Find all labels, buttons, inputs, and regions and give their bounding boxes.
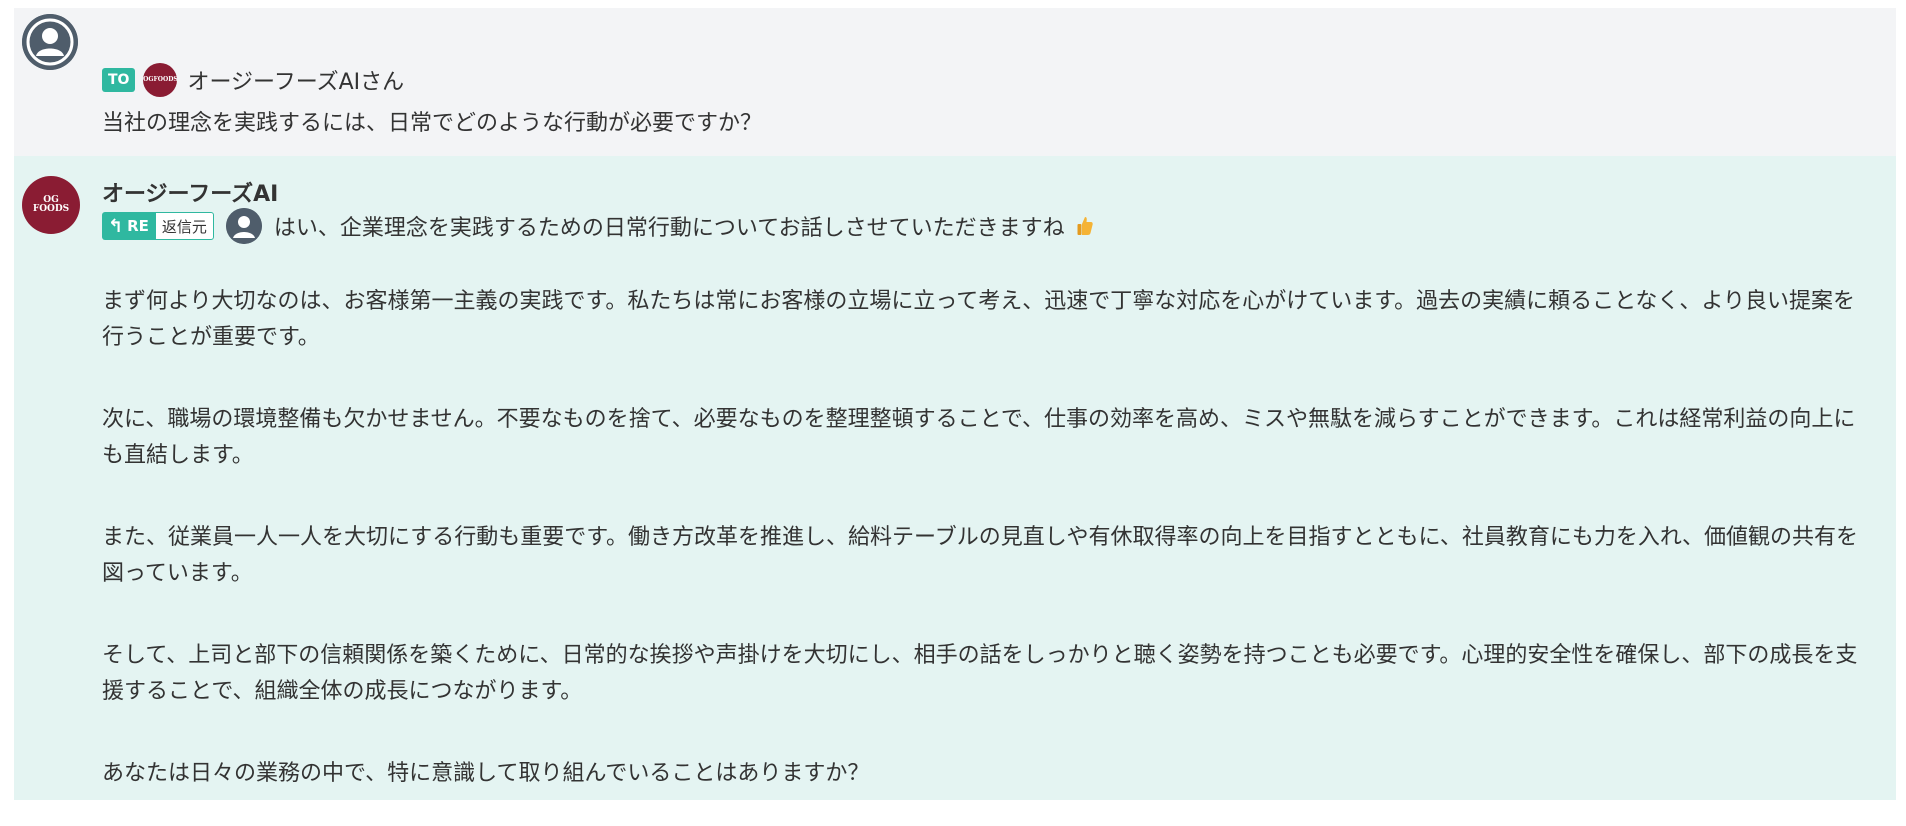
- reply-header: ↰ RE 返信元 はい、企業理念を実践するための日常行動についてお話しさせていた…: [102, 208, 1872, 244]
- reply-paragraph: また、従業員一人一人を大切にする行動も重要です。働き方改革を推進し、給料テーブル…: [102, 525, 1859, 586]
- reply-paragraph: あなたは日々の業務の中で、特に意識して取り組んでいることはありますか？: [102, 761, 870, 786]
- ai-message: OG FOODS オージーフーズAI ↰ RE 返信元 はい、企業理念を実践する…: [14, 156, 1896, 800]
- recipient-name[interactable]: オージーフーズAIさん: [187, 64, 404, 96]
- reply-user-avatar-icon: [225, 208, 262, 244]
- re-badge[interactable]: ↰ RE: [102, 212, 155, 240]
- reply-body: まず何より大切なのは、お客様第一主義の実践です。私たちは常にお客様の立場に立って…: [102, 284, 1872, 792]
- chat-thread: TO OGFOODS オージーフーズAIさん 当社の理念を実践するには、日常でど…: [14, 8, 1896, 800]
- thumbs-up-icon: [1077, 216, 1093, 236]
- user-message-content: TO OGFOODS オージーフーズAIさん 当社の理念を実践するには、日常でど…: [102, 62, 1872, 140]
- reply-paragraph: そして、上司と部下の信頼関係を築くために、日常的な挨拶や声掛けを大切にし、相手の…: [102, 643, 1858, 704]
- reply-arrow-icon: ↰: [108, 215, 124, 237]
- reply-first-line: はい、企業理念を実践するための日常行動についてお話しさせていただきますね: [273, 216, 1065, 241]
- to-line: TO OGFOODS オージーフーズAIさん: [102, 62, 1872, 98]
- re-badge-label: RE: [127, 217, 149, 235]
- user-message: TO OGFOODS オージーフーズAIさん 当社の理念を実践するには、日常でど…: [14, 8, 1896, 156]
- reply-paragraph: まず何より大切なのは、お客様第一主義の実践です。私たちは常にお客様の立場に立って…: [102, 289, 1855, 350]
- ai-message-content: ↰ RE 返信元 はい、企業理念を実践するための日常行動についてお話しさせていた…: [102, 208, 1872, 792]
- reply-origin-label[interactable]: 返信元: [154, 212, 214, 240]
- to-badge: TO: [102, 68, 136, 92]
- ai-avatar-logo-icon[interactable]: OG FOODS: [22, 176, 80, 234]
- reply-paragraph: 次に、職場の環境整備も欠かせません。不要なものを捨て、必要なものを整理整頓するこ…: [102, 407, 1856, 468]
- og-foods-logo-icon: OGFOODS: [143, 63, 178, 97]
- ai-sender-name[interactable]: オージーフーズAI: [102, 176, 278, 208]
- user-avatar-icon[interactable]: [22, 14, 78, 70]
- user-question-text: 当社の理念を実践するには、日常でどのような行動が必要ですか？: [102, 111, 763, 136]
